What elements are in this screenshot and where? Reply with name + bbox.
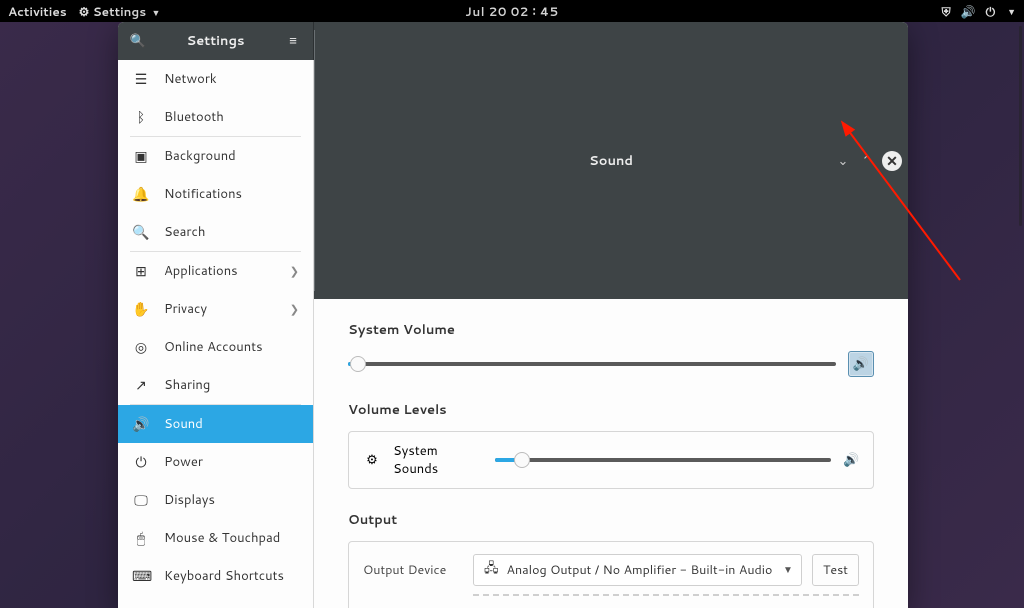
gear-icon: ⚙: [79, 3, 90, 20]
chevron-down-icon: ▼: [1007, 5, 1016, 18]
sidebar-item-icon: ⌨: [132, 566, 150, 586]
sidebar-item-icon: 🔊: [132, 414, 150, 434]
speaker-icon: 🔊: [853, 355, 869, 373]
chevron-right-icon: ❯: [290, 263, 299, 279]
sidebar-item-label: Notifications: [164, 185, 242, 203]
card-icon: 🖧: [484, 559, 499, 581]
sidebar-item-applications[interactable]: ⊞ Applications ❯: [118, 252, 313, 290]
volume-levels-frame: ⚙ System Sounds 🔊: [348, 431, 874, 489]
chevron-right-icon: ❯: [290, 301, 299, 317]
shield-icon[interactable]: ⛨: [942, 3, 951, 20]
sidebar-item-icon: ⎙: [132, 604, 150, 608]
sidebar-item-privacy[interactable]: ✋ Privacy ❯: [118, 290, 313, 328]
sidebar-item-icon: ⏻: [132, 452, 150, 472]
panel-title: Sound: [314, 152, 908, 170]
output-heading: Output: [348, 511, 874, 529]
sidebar-item-label: Mouse & Touchpad: [164, 529, 280, 547]
system-volume-heading: System Volume: [348, 321, 874, 339]
system-volume-mute-button[interactable]: 🔊: [848, 351, 874, 377]
output-device-label: Output Device: [363, 561, 463, 579]
sidebar-item-label: Search: [164, 223, 205, 241]
clock[interactable]: Jul 20 02 ∶ 45: [465, 3, 558, 20]
sidebar-item-keyboard-shortcuts[interactable]: ⌨ Keyboard Shortcuts: [118, 557, 313, 595]
gear-icon: ⚙: [363, 451, 381, 469]
sidebar-item-online-accounts[interactable]: ◎ Online Accounts: [118, 328, 313, 366]
chevron-down-icon: ▼: [783, 563, 793, 577]
sidebar-item-bluetooth[interactable]: ᛒ Bluetooth: [118, 98, 313, 136]
sidebar-item-label: Privacy: [164, 300, 207, 318]
sidebar-item-icon: ☰: [132, 69, 150, 89]
sidebar-item-label: Bluetooth: [164, 108, 224, 126]
sidebar-item-icon: 🔍: [132, 222, 150, 242]
window-down-button[interactable]: ⌄: [834, 152, 852, 170]
chevron-down-icon: ▼: [151, 6, 160, 19]
appmenu-button[interactable]: ⚙ Settings ▼: [79, 3, 161, 20]
appmenu-label: Settings: [93, 3, 146, 20]
sidebar-item-icon: 🔔: [132, 184, 150, 204]
sidebar-item-printers[interactable]: ⎙Printers: [118, 595, 313, 608]
gnome-topbar: Activities ⚙ Settings ▼ Jul 20 02 ∶ 45 ⛨…: [0, 0, 1024, 22]
system-sounds-label: System Sounds: [393, 442, 483, 478]
sidebar-item-icon: ▣: [132, 146, 150, 166]
sidebar-item-background[interactable]: ▣ Background: [118, 137, 313, 175]
sidebar-item-icon: ✋: [132, 299, 150, 319]
system-volume-slider[interactable]: [348, 362, 836, 366]
sidebar-item-search[interactable]: 🔍 Search: [118, 213, 313, 251]
sidebar-item-notifications[interactable]: 🔔 Notifications: [118, 175, 313, 213]
sidebar-item-label: Sound: [164, 415, 203, 433]
hamburger-menu-button[interactable]: ≡: [273, 32, 313, 50]
sidebar-item-label: Sharing: [164, 376, 210, 394]
volume-levels-heading: Volume Levels: [348, 401, 874, 419]
settings-sidebar: ☰ Network ᛒ Bluetooth ▣ Background 🔔 Notificati…: [118, 60, 314, 608]
sidebar-item-icon: ◎: [132, 337, 150, 357]
sound-panel: System Volume 🔊 Volume Levels ⚙ System S…: [314, 299, 908, 608]
speaker-icon[interactable]: 🔊: [843, 451, 859, 469]
power-status-icon[interactable]: ⏻: [986, 3, 996, 20]
sidebar-item-label: Power: [164, 453, 203, 471]
sidebar-item-label: Keyboard Shortcuts: [164, 567, 284, 585]
output-device-value: Analog Output / No Amplifier - Built-in …: [507, 561, 773, 579]
sidebar-item-mouse-touchpad[interactable]: 🖱 Mouse & Touchpad: [118, 519, 313, 557]
sidebar-item-icon: ⊞: [132, 261, 150, 281]
volume-status-icon[interactable]: 🔊: [961, 3, 976, 20]
sidebar-item-label: Online Accounts: [164, 338, 263, 356]
sidebar-item-label: Network: [164, 70, 217, 88]
divider-dashed: [473, 594, 859, 596]
sidebar-item-network[interactable]: ☰ Network: [118, 60, 313, 98]
output-frame: Output Device 🖧 Analog Output / No Ampli…: [348, 541, 874, 608]
sidebar-item-power[interactable]: ⏻ Power: [118, 443, 313, 481]
output-test-button[interactable]: Test: [812, 554, 859, 586]
sidebar-item-icon: 🖱: [132, 528, 150, 548]
search-button[interactable]: 🔍: [118, 32, 158, 50]
sidebar-item-label: Displays: [164, 491, 215, 509]
sidebar-item-displays[interactable]: 🖵 Displays: [118, 481, 313, 519]
sidebar-item-label: Applications: [164, 262, 238, 280]
sidebar-item-label: Background: [164, 147, 236, 165]
sidebar-headerbar: 🔍 Settings ≡: [118, 22, 314, 60]
sidebar-item-icon: ↗: [132, 375, 150, 395]
window-close-button[interactable]: ✕: [882, 151, 902, 171]
window-up-button[interactable]: ⌃: [858, 152, 876, 170]
sidebar-item-icon: 🖵: [132, 490, 150, 510]
sidebar-item-icon: ᛒ: [132, 107, 150, 127]
panel-headerbar: Sound ⌄ ⌃ ✕: [314, 22, 908, 299]
sidebar-item-sharing[interactable]: ↗ Sharing: [118, 366, 313, 404]
system-sounds-slider[interactable]: [495, 458, 831, 462]
activities-button[interactable]: Activities: [8, 3, 67, 20]
sidebar-item-sound[interactable]: 🔊 Sound: [118, 405, 313, 443]
headerbar-divider: [314, 30, 315, 291]
output-device-dropdown[interactable]: 🖧 Analog Output / No Amplifier - Built-i…: [473, 554, 802, 586]
sidebar-title: Settings: [158, 32, 273, 50]
desktop-scrollbar[interactable]: [1019, 26, 1022, 226]
settings-window: 🔍 Settings ≡ ☰ Network ᛒ Bluetooth ▣ Backgrou…: [118, 22, 908, 608]
